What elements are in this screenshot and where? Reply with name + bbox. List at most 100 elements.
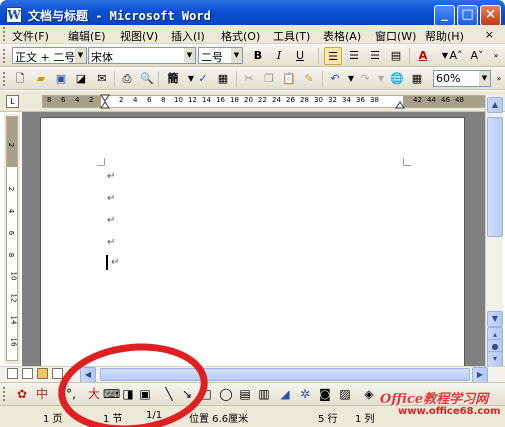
toolbar-grip[interactable] (3, 49, 6, 63)
ruler-number: 2 (119, 96, 124, 104)
menu-edit[interactable]: 编辑(E) (68, 28, 106, 44)
word-app-icon[interactable]: W (6, 7, 22, 23)
toolbar-grip[interactable] (3, 387, 6, 401)
chevron-down-icon[interactable]: ▼ (75, 48, 86, 63)
ruler-number: 10 (174, 96, 183, 104)
paragraph-mark: ↵ (107, 237, 116, 248)
shrink-font-button[interactable]: A˅ (468, 47, 486, 65)
menu-help[interactable]: 帮助(H) (425, 28, 464, 44)
clipart-icon[interactable]: ◙ (318, 386, 332, 403)
ruler-number: 8 (161, 96, 166, 104)
formatting-toolbar: 正文 + 二号 ▼ 宋体 ▼ 二号 ▼ B I U ☰ ☰ ☰ ▤ A ▼ A˄… (0, 45, 505, 67)
paste-icon[interactable]: 📋 (280, 70, 298, 88)
menu-window[interactable]: 窗口(W) (375, 28, 416, 44)
vruler-number: 6 (7, 230, 16, 236)
scroll-right-button[interactable]: ▶ (472, 367, 488, 383)
vertical-ruler[interactable]: 2 2 4 6 8 10 12 14 16 (4, 114, 20, 364)
margin-corner-mark (97, 158, 105, 166)
table-icon[interactable]: ▦ (408, 70, 426, 88)
maximize-button[interactable]: □ (457, 5, 478, 26)
style-combo[interactable]: 正文 + 二号 ▼ (12, 47, 87, 64)
grow-font-button[interactable]: A˄ (447, 47, 465, 65)
spelling-icon[interactable]: ✓ (194, 70, 212, 88)
diagram-icon[interactable]: ✲ (298, 386, 312, 403)
normal-view-button[interactable] (7, 368, 18, 379)
horizontal-ruler[interactable]: L 8 6 4 2 2 4 6 8 10 12 14 16 18 20 22 2… (0, 91, 505, 112)
close-document-icon[interactable]: × (485, 28, 500, 41)
ruler-number: 26 (286, 96, 295, 104)
align-left-button[interactable]: ☰ (324, 47, 342, 65)
vertical-scrollbar[interactable]: ▲ ▼ ▴ ● ▾ (485, 95, 503, 367)
menu-grip[interactable] (3, 27, 6, 41)
vertical-textbox-icon[interactable]: ▥ (257, 386, 271, 403)
web-view-button[interactable] (22, 368, 33, 379)
watermark-url: www.office68.com (398, 406, 501, 417)
vruler-number: 8 (7, 252, 16, 258)
bold-button[interactable]: B (249, 47, 267, 65)
align-center-button[interactable]: ☰ (345, 47, 363, 65)
close-button[interactable]: × (480, 5, 501, 26)
scroll-thumb[interactable] (487, 117, 503, 237)
italic-button[interactable]: I (270, 47, 288, 65)
menu-insert[interactable]: 插入(I) (171, 28, 205, 44)
font-color-button[interactable]: A (414, 47, 432, 65)
textbox-tool-icon[interactable]: ▤ (238, 386, 252, 403)
separator (236, 71, 237, 87)
justify-button[interactable]: ▤ (387, 47, 405, 65)
separator (318, 48, 319, 64)
document-page[interactable]: ↵ ↵ ↵ ↵ ↵ (40, 117, 465, 366)
menu-view[interactable]: 视图(V) (120, 28, 158, 44)
menu-format[interactable]: 格式(O) (221, 28, 260, 44)
cut-icon[interactable]: ✂ (240, 70, 258, 88)
permission-icon[interactable]: ◪ (72, 70, 90, 88)
underline-button[interactable]: U (291, 47, 309, 65)
status-position: 位置 6.6厘米 (189, 414, 249, 425)
format-painter-icon[interactable]: ✎ (300, 70, 318, 88)
ime-chinese-mode[interactable]: 中 (35, 386, 49, 403)
menu-file[interactable]: 文件(F) (12, 28, 49, 44)
fill-color-icon[interactable]: ◈ (362, 386, 376, 403)
align-right-button[interactable]: ☰ (366, 47, 384, 65)
ruler-number: 18 (230, 96, 239, 104)
scroll-up-button[interactable]: ▲ (487, 97, 503, 113)
paragraph-mark: ↵ (111, 257, 120, 268)
indent-marker-icon[interactable] (100, 94, 110, 110)
oval-tool-icon[interactable]: ◯ (218, 386, 234, 403)
print-view-button[interactable] (37, 368, 48, 379)
minimize-button[interactable]: _ (434, 5, 455, 26)
ruler-number: 8 (47, 96, 52, 104)
menu-table[interactable]: 表格(A) (323, 28, 361, 44)
size-combo[interactable]: 二号 ▼ (198, 47, 243, 64)
print-icon[interactable]: ⎙ (118, 70, 136, 88)
tab-selector-icon[interactable]: L (6, 95, 19, 108)
email-icon[interactable]: ✉ (93, 70, 111, 88)
scroll-down-button[interactable]: ▼ (487, 311, 503, 327)
copy-icon[interactable]: ❐ (260, 70, 278, 88)
zoom-combo[interactable]: 60% ▼ (433, 70, 491, 87)
print-preview-icon[interactable]: 🔍 (138, 70, 156, 88)
traditional-chinese-button[interactable]: 簡 (164, 70, 182, 88)
chevron-down-icon[interactable]: ▼ (184, 48, 195, 63)
research-icon[interactable]: ▦ (214, 70, 232, 88)
ruler-number: 30 (314, 96, 323, 104)
right-indent-marker-icon[interactable] (395, 100, 405, 109)
picture-icon[interactable]: ▨ (338, 386, 352, 403)
font-combo[interactable]: 宋体 ▼ (88, 47, 196, 64)
vruler-strip[interactable]: 2 2 4 6 8 10 12 14 16 (6, 116, 18, 361)
next-page-button[interactable]: ▾ (487, 351, 503, 367)
ime-logo-icon[interactable]: ✿ (14, 386, 30, 403)
toolbar-options-icon[interactable]: » (487, 47, 505, 65)
wordart-icon[interactable]: ◢ (278, 386, 292, 403)
menu-tools[interactable]: 工具(T) (273, 28, 310, 44)
toolbar-options-icon[interactable]: » (490, 70, 505, 88)
chevron-down-icon[interactable]: ▼ (479, 71, 490, 86)
ruler-number: 44 (427, 96, 436, 104)
save-icon[interactable]: ▣ (52, 70, 70, 88)
toolbar-grip[interactable] (3, 72, 6, 86)
chevron-down-icon[interactable]: ▼ (231, 48, 242, 63)
hyperlink-icon[interactable]: 🌐 (388, 70, 406, 88)
new-document-icon[interactable]: 🗋 (11, 70, 29, 88)
ruler-number: 6 (61, 96, 66, 104)
document-area[interactable]: ↵ ↵ ↵ ↵ ↵ (22, 112, 485, 366)
open-folder-icon[interactable]: ▰ (32, 70, 50, 88)
